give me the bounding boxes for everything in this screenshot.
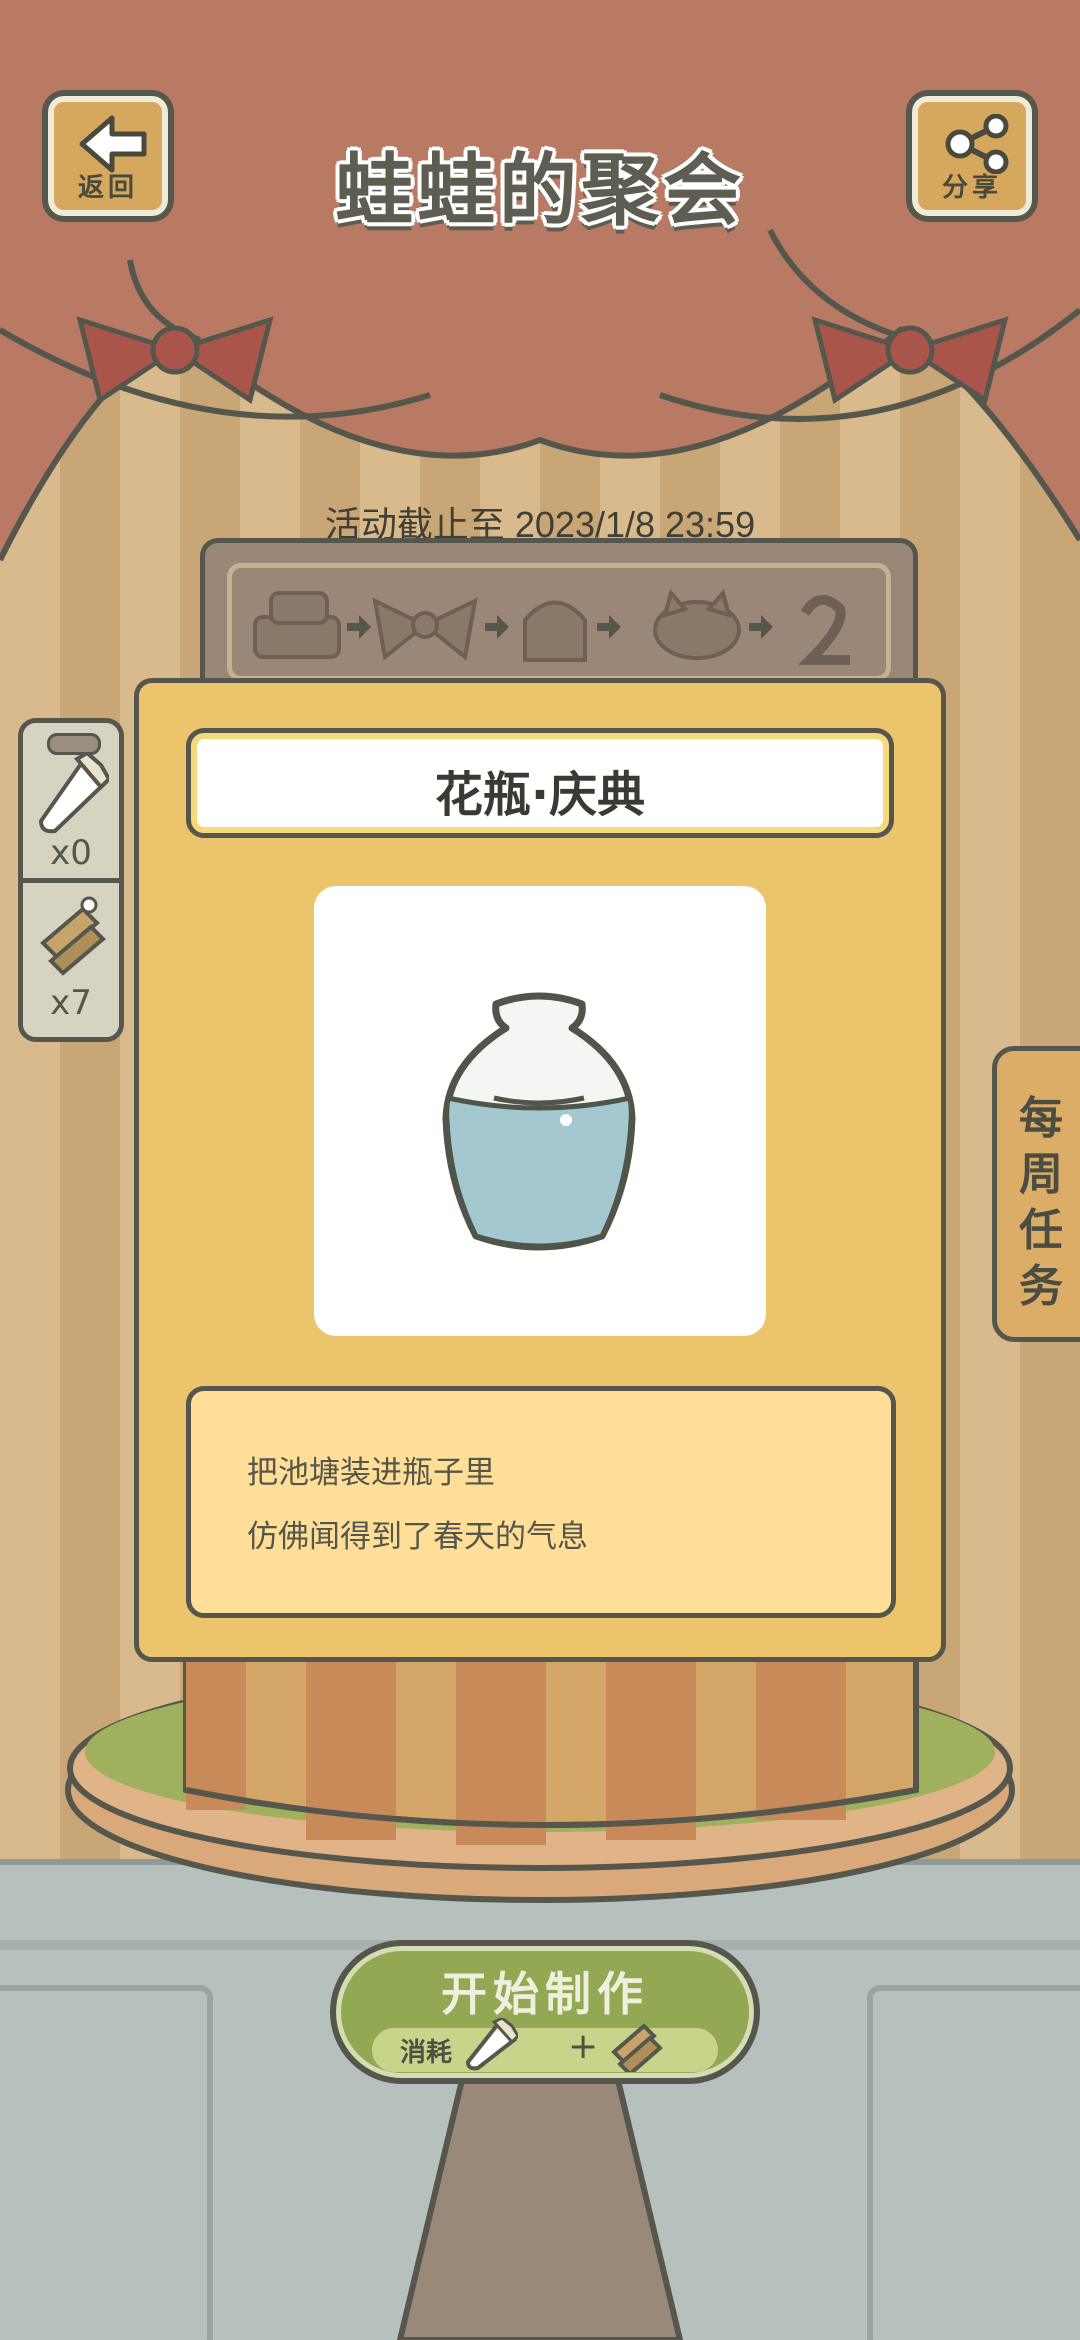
start-making-button[interactable]: 开始制作 消耗 + (330, 1940, 760, 2084)
inventory-slot[interactable]: x7 (23, 883, 119, 1037)
start-making-label: 开始制作 (441, 1967, 649, 2021)
share-label: 分享 (941, 173, 1002, 203)
share-icon (945, 114, 1009, 174)
cost-plus: + (568, 2026, 599, 2067)
item-description-box: 把池塘装进瓶子里 仿佛闻得到了春天的气息 (186, 1386, 896, 1618)
ribbon-icon (372, 597, 478, 661)
progress-steps (253, 588, 850, 665)
tools-bundle-icon (40, 896, 106, 976)
vase-icon (442, 992, 636, 1251)
piping-bag-icon (465, 2018, 518, 2071)
share-button[interactable]: 分享 (906, 90, 1038, 222)
inventory-slot[interactable]: x0 (23, 723, 119, 878)
inventory-panel: x0 x7 (18, 718, 124, 1042)
piping-bag-icon (38, 753, 109, 834)
inventory-count: x7 (50, 983, 92, 1023)
weekly-tasks-tab[interactable]: 每周任务 (992, 1046, 1080, 1342)
item-name: 花瓶·庆典 (434, 767, 646, 823)
inventory-count: x0 (50, 833, 92, 873)
tools-bundle-icon (611, 2023, 663, 2072)
description-line-2: 仿佛闻得到了春天的气息 (247, 1519, 588, 1555)
cat-icon (653, 588, 741, 660)
cost-label: 消耗 (400, 2038, 453, 2068)
description-line-1: 把池塘装进瓶子里 (247, 1455, 495, 1491)
item-image (314, 886, 766, 1336)
weekly-tasks-label: 每周任务 (1019, 1093, 1063, 1312)
cream-icon (523, 600, 587, 662)
cost-strip: 消耗 + (372, 2018, 718, 2072)
item-title-box: 花瓶·庆典 (186, 728, 894, 838)
cake-base-icon (253, 591, 341, 659)
number-two-icon (797, 595, 850, 665)
